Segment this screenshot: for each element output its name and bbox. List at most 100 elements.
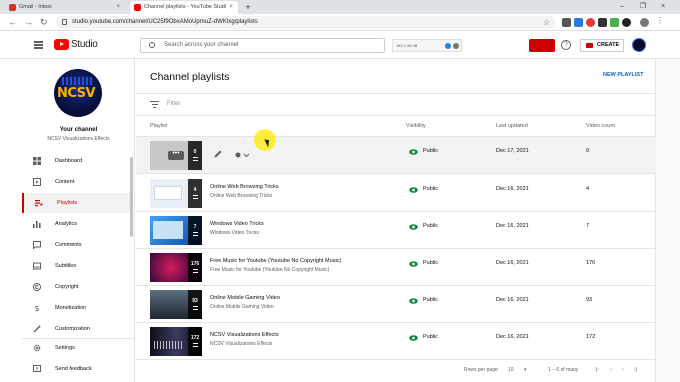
previous-page-button[interactable]: ‹: [610, 367, 612, 373]
filter-bar[interactable]: Filter: [136, 93, 656, 116]
table-row[interactable]: ••• 0 Public Dec 17, 2021 0: [136, 137, 656, 174]
extension-stats-widget[interactable]: 162 1 96 48: [392, 39, 462, 52]
extension-icon[interactable]: [562, 18, 571, 27]
sidebar-item-send-feedback[interactable]: Send feedback: [22, 359, 130, 379]
tab-close-icon[interactable]: ×: [229, 1, 233, 14]
youtube-logo-icon[interactable]: [54, 39, 69, 50]
extension-icon[interactable]: [622, 18, 631, 27]
playlist-thumbnail[interactable]: 7: [150, 216, 202, 245]
playlist-description: Windows Video Tricks: [210, 230, 259, 236]
sidebar-item-analytics[interactable]: Analytics: [22, 214, 130, 234]
overlay-count: 0: [193, 149, 197, 155]
playlist-title[interactable]: NCSV Visualizations Effects: [210, 332, 279, 338]
extension-icon[interactable]: [586, 18, 595, 27]
playlist-icon: [192, 306, 198, 310]
playlist-thumbnail[interactable]: ••• 0: [150, 141, 202, 170]
new-playlist-button[interactable]: NEW PLAYLIST: [603, 72, 643, 78]
forward-button[interactable]: →: [24, 16, 33, 29]
column-header-visibility[interactable]: Visibility: [406, 123, 426, 129]
rows-per-page-select[interactable]: 10: [508, 367, 514, 373]
table-row[interactable]: 93 Online Mobile Gaming Video Online Mob…: [136, 286, 656, 323]
playlist-thumbnail[interactable]: 172: [150, 327, 202, 356]
bookmark-star-icon[interactable]: ☆: [543, 16, 550, 29]
table-row[interactable]: 7 Windows Video Tricks Windows Video Tri…: [136, 212, 656, 249]
reload-button[interactable]: ↻: [40, 16, 48, 29]
tab-close-icon[interactable]: ×: [116, 1, 120, 14]
account-avatar[interactable]: [632, 38, 646, 52]
playlist-thumbnail[interactable]: 93: [150, 290, 202, 319]
table-row[interactable]: 4 Online Web Browsing Tricks Online Web …: [136, 175, 656, 212]
sidebar-item-dashboard[interactable]: Dashboard: [22, 151, 130, 171]
pencil-edit-icon[interactable]: [213, 149, 223, 159]
filter-icon[interactable]: [150, 101, 159, 109]
eye-icon: [409, 261, 418, 267]
table-row[interactable]: 176 Free Music for Youtube (Youtube No C…: [136, 249, 656, 286]
sidebar-item-playlists[interactable]: Playlists: [22, 193, 130, 213]
menu-icon[interactable]: [34, 41, 43, 49]
video-count-value: 0: [586, 148, 590, 154]
chevron-down-icon[interactable]: ▾: [524, 367, 527, 373]
visibility-value: Public: [423, 260, 438, 266]
video-count-value: 93: [586, 297, 593, 303]
browser-menu-icon[interactable]: ⋮: [656, 17, 665, 26]
playlist-title[interactable]: Online Mobile Gaming Video: [210, 295, 280, 301]
live-extension-button[interactable]: [529, 39, 555, 52]
create-button[interactable]: CREATE: [580, 39, 624, 52]
sidebar-item-monetization[interactable]: $ Monetization: [22, 298, 130, 318]
playlist-title[interactable]: Windows Video Tricks: [210, 221, 264, 227]
column-header-video-count[interactable]: Video count: [586, 123, 615, 129]
table-row[interactable]: 172 NCSV Visualizations Effects NCSV Vis…: [136, 323, 656, 360]
visibility-options-icon: [235, 152, 250, 158]
address-bar[interactable]: studio.youtube.com/channel/UC25f9ObxAMoU…: [56, 16, 556, 29]
sidebar-item-settings[interactable]: Settings: [22, 338, 130, 358]
search-input[interactable]: Search across your channel: [140, 38, 385, 53]
thumbnail-window-graphic: [153, 221, 183, 239]
new-tab-button[interactable]: +: [242, 1, 254, 13]
studio-logo-text[interactable]: Studio: [71, 39, 98, 50]
playlist-title[interactable]: Online Web Browsing Tricks: [210, 184, 279, 190]
window-close-button[interactable]: ×: [661, 0, 665, 14]
sidebar: NCSV Your channel NCSV Visualizations Ef…: [22, 59, 135, 382]
next-page-button[interactable]: ›: [622, 367, 624, 373]
playlist-thumbnail[interactable]: 4: [150, 179, 202, 208]
sidebar-item-customization[interactable]: Customization: [22, 319, 130, 339]
profile-icon[interactable]: [640, 18, 649, 27]
video-count-value: 7: [586, 223, 590, 229]
thumbnail-browser-graphic: [154, 186, 182, 200]
tab-channel-playlists[interactable]: Channel playlists - YouTube Studi ×: [130, 1, 238, 14]
playlist-description: Online Web Browsing Tricks: [210, 193, 273, 199]
first-page-button[interactable]: |‹: [596, 367, 599, 373]
sidebar-item-comments[interactable]: Comments: [22, 235, 130, 255]
sidebar-item-label: Settings: [55, 345, 75, 351]
video-count-value: 4: [586, 186, 590, 192]
rows-per-page-label: Rows per page:: [464, 367, 500, 373]
channel-name: NCSV Visualizations Effects: [47, 136, 110, 142]
extension-icon[interactable]: [574, 18, 583, 27]
extension-dot-icon: [453, 43, 459, 49]
playlist-count-overlay: 0: [188, 141, 202, 170]
extension-stats-text: 162 1 96 48: [396, 43, 418, 48]
visibility-value: Public: [423, 148, 438, 154]
channel-avatar[interactable]: NCSV: [54, 69, 102, 117]
customization-icon: [33, 325, 41, 333]
playlist-title[interactable]: Free Music for Youtube (Youtube No Copyr…: [210, 258, 341, 264]
minimize-button[interactable]: –: [620, 0, 624, 14]
column-header-last-updated[interactable]: Last updated: [496, 123, 528, 129]
playlist-thumbnail[interactable]: 176: [150, 253, 202, 282]
last-updated-value: Dec 16, 2021: [496, 260, 529, 266]
maximize-button[interactable]: ❐: [640, 0, 646, 14]
last-page-button[interactable]: ›|: [634, 367, 637, 373]
playlist-options-dropdown[interactable]: [234, 151, 250, 159]
tab-gmail[interactable]: Gmail - Inbox ×: [5, 1, 125, 14]
extension-icon[interactable]: [610, 18, 619, 27]
playlist-icon: [192, 343, 198, 347]
playlist-description: Online Mobile Gaming Video: [210, 304, 274, 310]
extension-icon[interactable]: [598, 18, 607, 27]
sidebar-item-copyright[interactable]: Copyright: [22, 277, 130, 297]
more-options-icon[interactable]: •••: [168, 150, 184, 160]
help-icon[interactable]: ?: [561, 40, 571, 50]
back-button[interactable]: ←: [8, 16, 17, 29]
sidebar-item-subtitles[interactable]: Subtitles: [22, 256, 130, 276]
sidebar-scrollbar[interactable]: [130, 157, 133, 237]
sidebar-item-content[interactable]: Content: [22, 172, 130, 192]
